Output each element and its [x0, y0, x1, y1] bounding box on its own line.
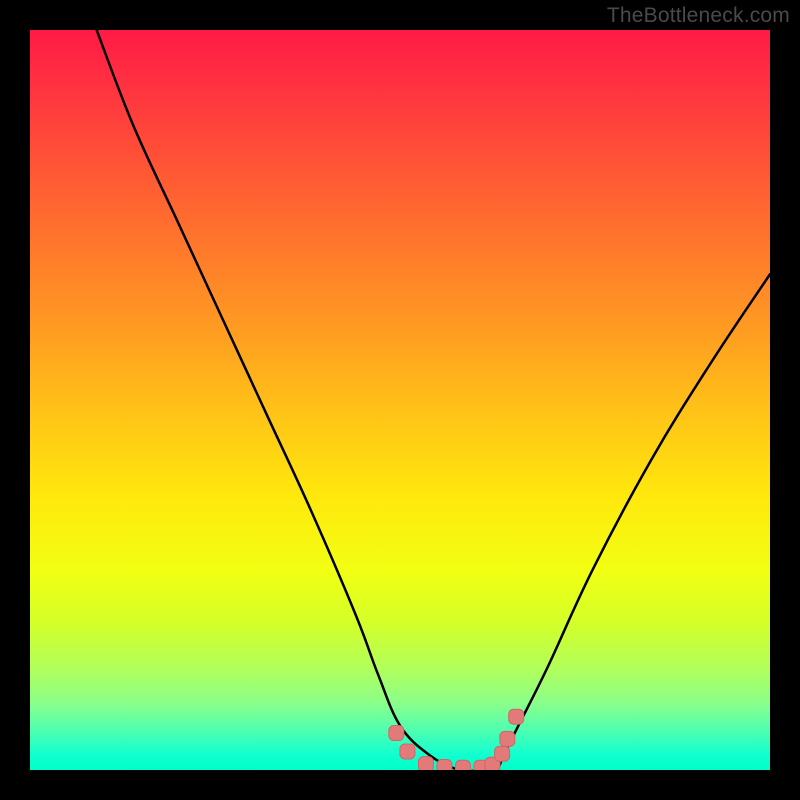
valley-marker: [509, 709, 524, 724]
valley-markers: [389, 709, 524, 770]
plot-area: [30, 30, 770, 770]
valley-marker: [437, 760, 452, 771]
valley-marker: [500, 731, 515, 746]
watermark-text: TheBottleneck.com: [607, 4, 790, 28]
valley-marker: [389, 726, 404, 741]
curve-layer: [30, 30, 770, 770]
valley-marker: [455, 760, 470, 770]
valley-marker: [400, 744, 415, 759]
valley-marker: [418, 757, 433, 770]
chart-frame: TheBottleneck.com: [0, 0, 800, 800]
valley-marker: [495, 746, 510, 761]
bottleneck-curve: [97, 30, 770, 770]
